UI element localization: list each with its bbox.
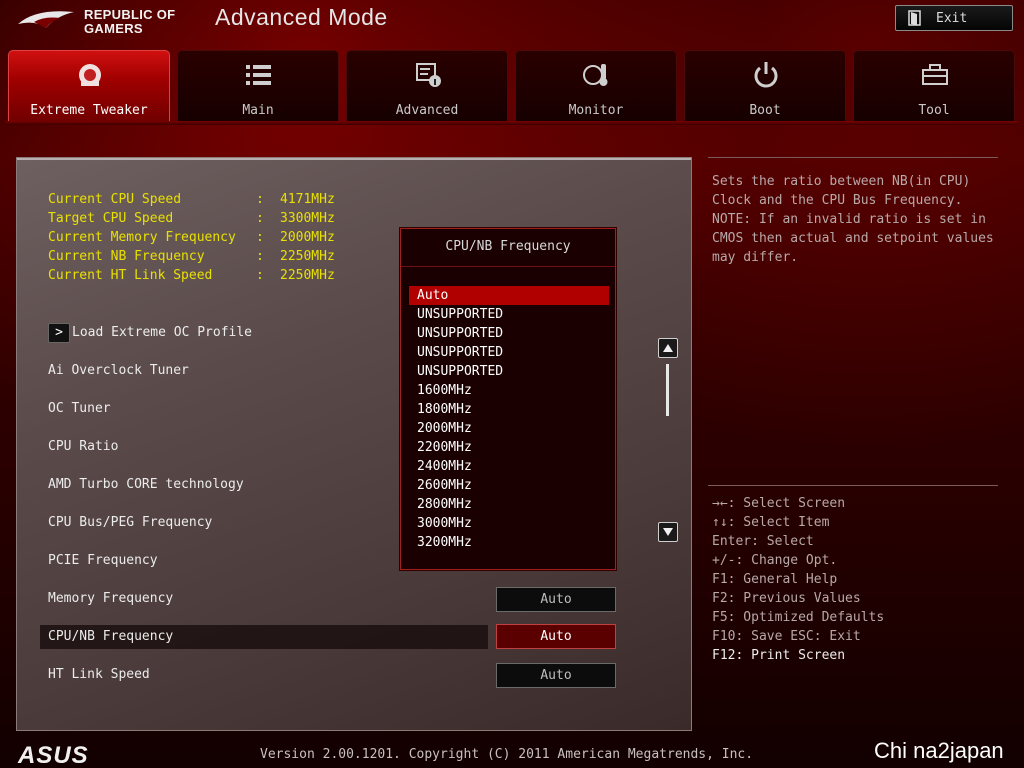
help-divider bbox=[708, 485, 998, 486]
item-memory-frequency[interactable]: Memory Frequency bbox=[48, 591, 173, 606]
dropdown-option[interactable]: UNSUPPORTED bbox=[409, 305, 609, 324]
key-hint: +/-: Change Opt. bbox=[712, 553, 838, 568]
item-oc-tuner[interactable]: OC Tuner bbox=[48, 401, 111, 416]
brand-line2: GAMERS bbox=[84, 21, 143, 36]
info-colon: : bbox=[256, 230, 264, 245]
version-text: Version 2.00.1201. Copyright (C) 2011 Am… bbox=[260, 747, 754, 762]
rog-eye-icon bbox=[18, 11, 74, 28]
exit-door-icon bbox=[908, 10, 921, 26]
tab-label: Extreme Tweaker bbox=[30, 103, 148, 118]
info-colon: : bbox=[256, 268, 264, 283]
dropdown-option[interactable]: UNSUPPORTED bbox=[409, 362, 609, 381]
key-hint: F10: Save ESC: Exit bbox=[712, 629, 861, 644]
asus-logo: ASUS bbox=[18, 742, 89, 768]
dropdown-option[interactable]: 2000MHz bbox=[409, 419, 609, 438]
help-divider bbox=[708, 157, 998, 158]
help-description: Sets the ratio between NB(in CPU) Clock … bbox=[712, 174, 994, 265]
info-label: Current NB Frequency bbox=[48, 249, 205, 264]
dropdown-option[interactable]: 3000MHz bbox=[409, 514, 609, 533]
info-value: 2250MHz bbox=[280, 249, 335, 264]
info-label: Current CPU Speed bbox=[48, 192, 182, 207]
info-label: Current HT Link Speed bbox=[48, 268, 213, 283]
info-colon: : bbox=[256, 249, 264, 264]
tab-monitor[interactable]: Monitor bbox=[515, 50, 677, 122]
info-label: Current Memory Frequency bbox=[48, 230, 236, 245]
item-cpu-nb-frequency[interactable]: CPU/NB Frequency bbox=[48, 629, 173, 644]
tab-main[interactable]: Main bbox=[177, 50, 339, 122]
key-hint: Enter: Select bbox=[712, 534, 814, 549]
item-pcie-frequency[interactable]: PCIE Frequency bbox=[48, 553, 158, 568]
tab-label: Boot bbox=[749, 103, 781, 118]
scroll-up-button[interactable] bbox=[658, 338, 678, 358]
exit-label: Exit bbox=[936, 10, 968, 26]
memory-frequency-value[interactable]: Auto bbox=[496, 587, 616, 612]
tab-extreme-tweaker[interactable]: Extreme Tweaker bbox=[8, 50, 170, 122]
power-icon bbox=[754, 62, 778, 88]
tab-label: Main bbox=[242, 103, 274, 118]
info-colon: : bbox=[256, 192, 264, 207]
submenu-arrow-icon[interactable]: > bbox=[48, 323, 70, 343]
arrow-up-icon bbox=[663, 344, 673, 352]
item-amd-turbo-core[interactable]: AMD Turbo CORE technology bbox=[48, 477, 244, 492]
brand-line1: REPUBLIC OF bbox=[84, 7, 176, 22]
cpu-nb-frequency-dropdown[interactable]: CPU/NB Frequency Auto UNSUPPORTED UNSUPP… bbox=[400, 228, 616, 570]
tab-tool[interactable]: Tool bbox=[853, 50, 1015, 122]
key-hint: ↑↓: Select Item bbox=[712, 515, 830, 530]
cpu-nb-frequency-value[interactable]: Auto bbox=[496, 624, 616, 649]
watermark: Chi na2japan bbox=[874, 738, 1004, 763]
dropdown-option[interactable]: 2200MHz bbox=[409, 438, 609, 457]
arrow-down-icon bbox=[663, 528, 673, 536]
dropdown-option[interactable]: UNSUPPORTED bbox=[409, 324, 609, 343]
dropdown-option[interactable]: 2600MHz bbox=[409, 476, 609, 495]
exit-button[interactable]: Exit bbox=[895, 5, 1013, 31]
info-colon: : bbox=[256, 211, 264, 226]
dropdown-option[interactable]: 2400MHz bbox=[409, 457, 609, 476]
tab-divider bbox=[6, 121, 1018, 125]
scrollbar-thumb[interactable] bbox=[666, 364, 669, 416]
tab-label: Advanced bbox=[395, 103, 459, 118]
rog-logo: REPUBLIC OF GAMERS bbox=[14, 4, 184, 36]
tab-label: Monitor bbox=[568, 103, 624, 118]
key-hint: →←: Select Screen bbox=[712, 496, 846, 511]
tab-advanced[interactable]: Advanced bbox=[346, 50, 508, 122]
scroll-down-button[interactable] bbox=[658, 522, 678, 542]
tab-boot[interactable]: Boot bbox=[684, 50, 846, 122]
dropdown-option[interactable]: 3200MHz bbox=[409, 533, 609, 552]
tweaker-icon bbox=[79, 64, 101, 86]
dropdown-option[interactable]: UNSUPPORTED bbox=[409, 343, 609, 362]
ht-link-speed-value[interactable]: Auto bbox=[496, 663, 616, 688]
info-value: 3300MHz bbox=[280, 211, 335, 226]
toolbox-icon bbox=[922, 64, 948, 85]
list-icon bbox=[246, 65, 271, 85]
dropdown-option[interactable]: 1600MHz bbox=[409, 381, 609, 400]
info-label: Target CPU Speed bbox=[48, 211, 174, 226]
item-ai-overclock-tuner[interactable]: Ai Overclock Tuner bbox=[48, 363, 189, 378]
item-cpu-bus-peg-frequency[interactable]: CPU Bus/PEG Frequency bbox=[48, 515, 212, 530]
dropdown-option[interactable]: Auto bbox=[409, 286, 609, 305]
info-value: 4171MHz bbox=[280, 192, 335, 207]
page-title: Advanced Mode bbox=[215, 4, 388, 30]
info-value: 2250MHz bbox=[280, 268, 335, 283]
key-hint: F12: Print Screen bbox=[712, 648, 846, 663]
key-hint: F5: Optimized Defaults bbox=[712, 610, 885, 625]
tab-label: Tool bbox=[918, 103, 950, 118]
load-extreme-oc-profile[interactable]: Load Extreme OC Profile bbox=[72, 325, 252, 340]
thermometer-icon bbox=[583, 64, 608, 86]
item-cpu-ratio[interactable]: CPU Ratio bbox=[48, 439, 118, 454]
item-ht-link-speed[interactable]: HT Link Speed bbox=[48, 667, 150, 682]
key-hint: F1: General Help bbox=[712, 572, 838, 587]
advanced-icon bbox=[416, 63, 441, 87]
dropdown-title: CPU/NB Frequency bbox=[401, 229, 615, 267]
key-hint: F2: Previous Values bbox=[712, 591, 861, 606]
dropdown-option[interactable]: 1800MHz bbox=[409, 400, 609, 419]
info-value: 2000MHz bbox=[280, 230, 335, 245]
dropdown-option[interactable]: 2800MHz bbox=[409, 495, 609, 514]
